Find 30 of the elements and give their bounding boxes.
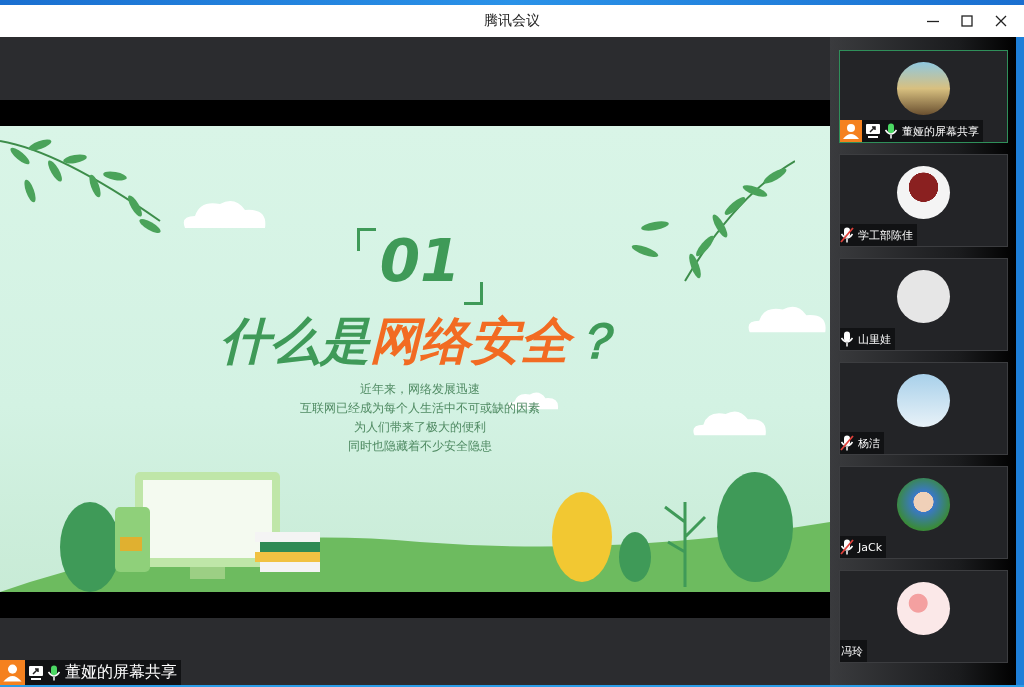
participant-name: JaCk [857,540,883,554]
participant-name: 董娅的屏幕共享 [64,662,177,683]
avatar-photo-placeholder [897,478,950,531]
participant-name: 冯玲 [840,643,863,659]
slide-text-line: 互联网已经成为每个人生活中不可或缺的因素 [300,400,540,417]
participant-name: 董娅的屏幕共享 [901,123,979,139]
section-number: 01 [378,226,462,296]
avatar-photo-placeholder [897,374,950,427]
window-title: 腾讯会议 [484,12,540,30]
avatar-photo-placeholder [897,270,950,323]
corner-bracket-icon [356,228,376,251]
slide-text-line: 近年来，网络发展迅速 [360,381,480,398]
participant-tile[interactable]: 冯玲 [839,570,1008,663]
avatar-photo-placeholder [897,582,950,635]
participant-tile[interactable]: 董娅的屏幕共享 [839,50,1008,143]
participant-tile[interactable]: 山里娃 [839,258,1008,351]
avatar-photo-placeholder [897,166,950,219]
close-icon[interactable] [994,14,1008,28]
slide-text-line: 为人们带来了极大的便利 [354,419,486,436]
participant-tile[interactable]: JaCk [839,466,1008,559]
corner-bracket-icon [464,282,484,305]
maximize-icon[interactable] [960,14,974,28]
participant-name: 杨洁 [857,435,880,451]
participant-tile[interactable]: 学工部陈佳 [839,154,1008,247]
participant-tile[interactable]: 杨洁 [839,362,1008,455]
participant-name: 学工部陈佳 [857,227,913,243]
slide-text-line: 同时也隐藏着不少安全隐患 [348,438,492,455]
slide-headline: 什么是网络安全？ [220,311,620,372]
participant-name: 山里娃 [857,331,891,347]
avatar-photo-placeholder [897,62,950,115]
